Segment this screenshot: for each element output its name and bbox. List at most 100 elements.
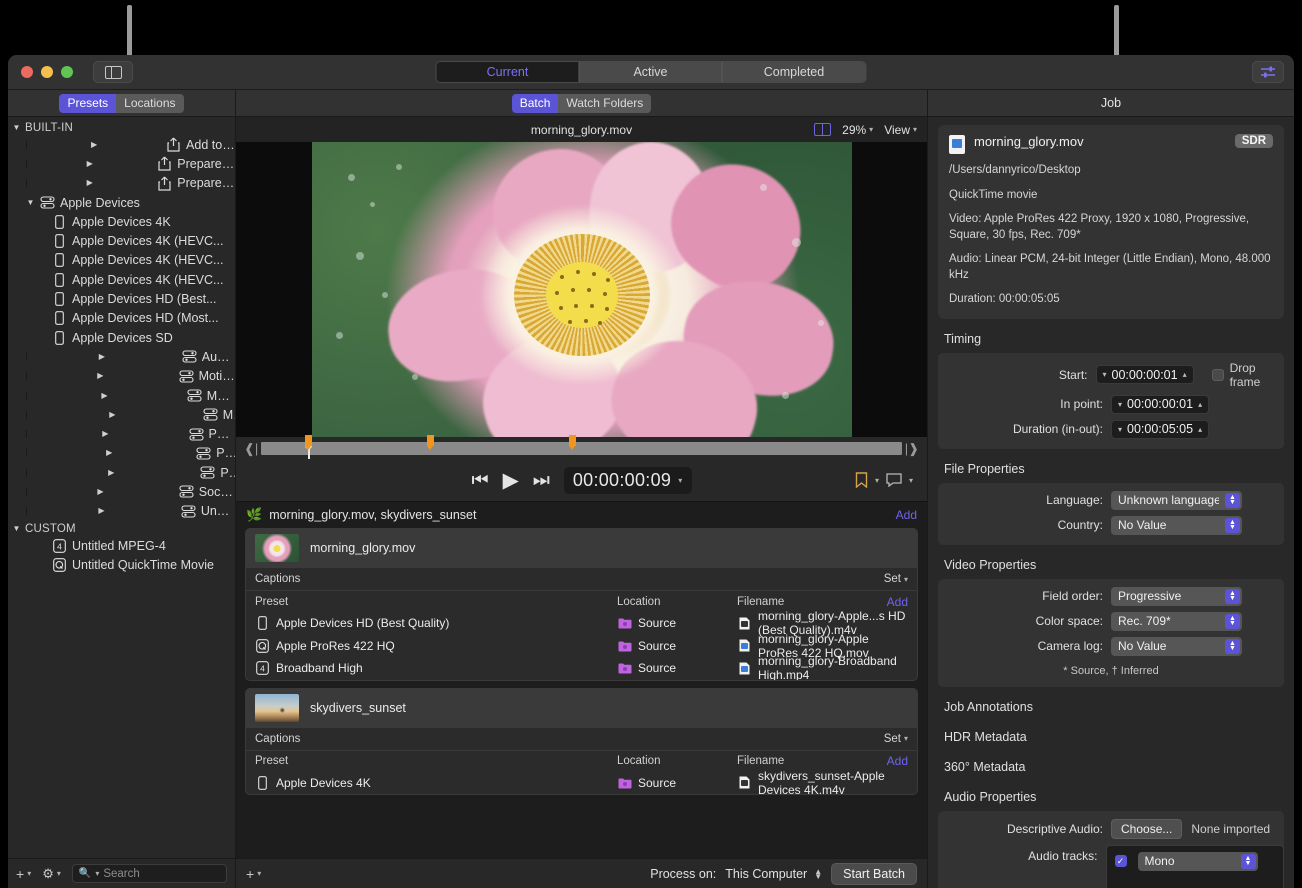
- chevron-down-icon[interactable]: ▾: [1118, 400, 1122, 409]
- inspector-body[interactable]: morning_glory.mov SDR /Users/dannyrico/D…: [928, 117, 1294, 888]
- marker[interactable]: [305, 434, 313, 450]
- minimize-button[interactable]: [41, 66, 53, 78]
- out-point-handle-icon[interactable]: |❱: [905, 442, 919, 455]
- next-frame-button[interactable]: ⏭: [533, 471, 550, 490]
- choose-button[interactable]: Choose...: [1111, 818, 1183, 839]
- batch-add-link[interactable]: Add: [896, 508, 917, 522]
- split-view-icon[interactable]: [814, 123, 832, 136]
- zoom-button[interactable]: [61, 66, 73, 78]
- captions-set-menu[interactable]: Set ▾: [884, 733, 908, 745]
- audio-track-checkbox[interactable]: ✓: [1114, 855, 1127, 868]
- chevron-up-icon[interactable]: ▴: [1198, 400, 1202, 409]
- tab-presets[interactable]: Presets: [59, 93, 117, 113]
- preset-list-item[interactable]: ProRes: [8, 444, 235, 463]
- chevron-up-icon[interactable]: ▴: [1198, 425, 1202, 434]
- bookmark-icon[interactable]: [855, 472, 868, 488]
- preset-list-item[interactable]: Proxy: [8, 463, 235, 482]
- preset-list-item[interactable]: Prepare for HTTP Live Strea...: [8, 174, 235, 193]
- zoom-level-menu[interactable]: 29% ▾: [842, 123, 873, 137]
- preset-list-item[interactable]: Apple Devices 4K (HEVC...: [8, 251, 235, 270]
- metadata-360-title[interactable]: 360° Metadata: [928, 751, 1294, 781]
- preset-list-item[interactable]: Social Platforms: [8, 482, 235, 501]
- in-point-handle-icon[interactable]: ❰|: [244, 442, 258, 455]
- job-card[interactable]: morning_glory.mov Captions Set ▾ Preset Locat…: [245, 528, 918, 681]
- preset-list-item[interactable]: Apple Devices 4K (HEVC...: [8, 231, 235, 250]
- chevron-right-icon[interactable]: [26, 372, 174, 381]
- chevron-right-icon[interactable]: [26, 449, 192, 458]
- output-add-link[interactable]: Add: [887, 595, 908, 609]
- chevron-right-icon[interactable]: [26, 430, 184, 439]
- presets-locations-segmented-control[interactable]: Presets Locations: [59, 93, 184, 113]
- chevron-right-icon[interactable]: [26, 487, 174, 496]
- output-add-link[interactable]: Add: [887, 754, 908, 768]
- preset-list-item[interactable]: Audio Formats: [8, 347, 235, 366]
- preset-list-item[interactable]: Apple Devices 4K: [8, 212, 235, 231]
- chevron-right-icon[interactable]: [26, 468, 196, 477]
- play-button[interactable]: ▶: [503, 470, 519, 491]
- chevron-down-icon[interactable]: [12, 525, 21, 533]
- scrub-track[interactable]: [261, 434, 902, 461]
- marker[interactable]: [427, 434, 435, 450]
- audio-tracks-list[interactable]: ✓ Mono ▲ ▼: [1105, 844, 1284, 888]
- job-card-header[interactable]: morning_glory.mov: [246, 529, 917, 567]
- preset-list-item[interactable]: Podcasting: [8, 424, 235, 443]
- camera-log-select[interactable]: No Value ▲ ▼: [1111, 636, 1242, 656]
- scrubber-bar[interactable]: ❰| |❱: [236, 434, 927, 461]
- preset-list-item[interactable]: Apple Devices: [8, 193, 235, 212]
- output-row[interactable]: Apple Devices 4K Source skydivers_sunset-A…: [246, 769, 917, 794]
- preset-list-item[interactable]: MXF: [8, 405, 235, 424]
- group-header-custom[interactable]: CUSTOM: [8, 522, 235, 536]
- tab-current[interactable]: Current: [436, 62, 580, 82]
- start-batch-button[interactable]: Start Batch: [831, 862, 917, 885]
- chevron-down-icon[interactable]: ▾: [678, 476, 682, 485]
- close-button[interactable]: [21, 66, 33, 78]
- language-select[interactable]: Unknown language ▲ ▼: [1111, 490, 1242, 510]
- chevron-down-icon[interactable]: ▾: [1118, 425, 1122, 434]
- preset-list-item[interactable]: Apple Devices HD (Most...: [8, 309, 235, 328]
- hdr-metadata-title[interactable]: HDR Metadata: [928, 721, 1294, 751]
- job-card[interactable]: skydivers_sunset Captions Set ▾ Preset Locati…: [245, 687, 918, 795]
- batch-state-segmented-control[interactable]: Current Active Completed: [435, 61, 867, 83]
- chevron-down-icon[interactable]: [12, 124, 21, 132]
- captions-set-menu[interactable]: Set ▾: [884, 573, 908, 585]
- color-space-select[interactable]: Rec. 709* ▲ ▼: [1111, 611, 1242, 631]
- preset-list-item[interactable]: Apple Devices SD: [8, 328, 235, 347]
- start-field[interactable]: ▾ 00:00:00:01 ▴: [1095, 365, 1194, 385]
- output-row[interactable]: 4 Broadband High Source morning_glory-Broad…: [246, 654, 917, 680]
- preset-action-button[interactable]: ⚙ ▾: [42, 866, 61, 882]
- search-input[interactable]: 🔍 ▾ Search: [71, 864, 227, 883]
- add-preset-button[interactable]: + ▾: [16, 866, 31, 882]
- tab-locations[interactable]: Locations: [116, 93, 184, 113]
- tab-batch[interactable]: Batch: [511, 93, 559, 113]
- chevron-right-icon[interactable]: [26, 140, 162, 149]
- sidebar-toggle-button[interactable]: [93, 61, 133, 83]
- caption-balloon-icon[interactable]: [886, 473, 902, 487]
- preset-list-item[interactable]: Prepare for HTTP Live Strea...: [8, 154, 235, 173]
- chevron-right-icon[interactable]: [26, 159, 153, 168]
- chevron-right-icon[interactable]: [26, 391, 182, 400]
- drop-frame-checkbox[interactable]: [1211, 368, 1224, 381]
- tab-watch-folders[interactable]: Watch Folders: [558, 93, 652, 113]
- group-header-built-in[interactable]: BUILT-IN: [8, 121, 235, 135]
- chevron-down-icon[interactable]: [26, 199, 35, 207]
- process-on-menu[interactable]: This Computer ▲ ▼: [725, 867, 822, 881]
- field-order-select[interactable]: Progressive ▲ ▼: [1111, 586, 1242, 606]
- chevron-right-icon[interactable]: [26, 410, 198, 419]
- preset-list-item[interactable]: MPEG Files: [8, 386, 235, 405]
- job-card-header[interactable]: skydivers_sunset: [246, 688, 917, 727]
- duration-field[interactable]: ▾ 00:00:05:05 ▴: [1111, 419, 1210, 439]
- tab-completed[interactable]: Completed: [722, 62, 866, 82]
- timecode-field[interactable]: 00:00:00:09 ▾: [563, 466, 692, 494]
- country-select[interactable]: No Value ▲ ▼: [1111, 515, 1242, 535]
- preset-list-item[interactable]: Untitled QuickTime Movie: [8, 555, 235, 574]
- in-point-field[interactable]: ▾ 00:00:00:01 ▴: [1111, 394, 1210, 414]
- batch-watchfolders-segmented-control[interactable]: Batch Watch Folders: [511, 93, 652, 113]
- chevron-down-icon[interactable]: ▾: [1103, 370, 1107, 379]
- audio-track-select[interactable]: Mono ▲ ▼: [1137, 851, 1258, 871]
- preset-list-item[interactable]: Add to TV Home Videos: [8, 135, 235, 154]
- marker[interactable]: [569, 434, 577, 450]
- chevron-down-icon[interactable]: ▾: [875, 476, 879, 485]
- preset-list-item[interactable]: Apple Devices HD (Best...: [8, 289, 235, 308]
- preset-list-item[interactable]: Apple Devices 4K (HEVC...: [8, 270, 235, 289]
- chevron-right-icon[interactable]: [26, 179, 153, 188]
